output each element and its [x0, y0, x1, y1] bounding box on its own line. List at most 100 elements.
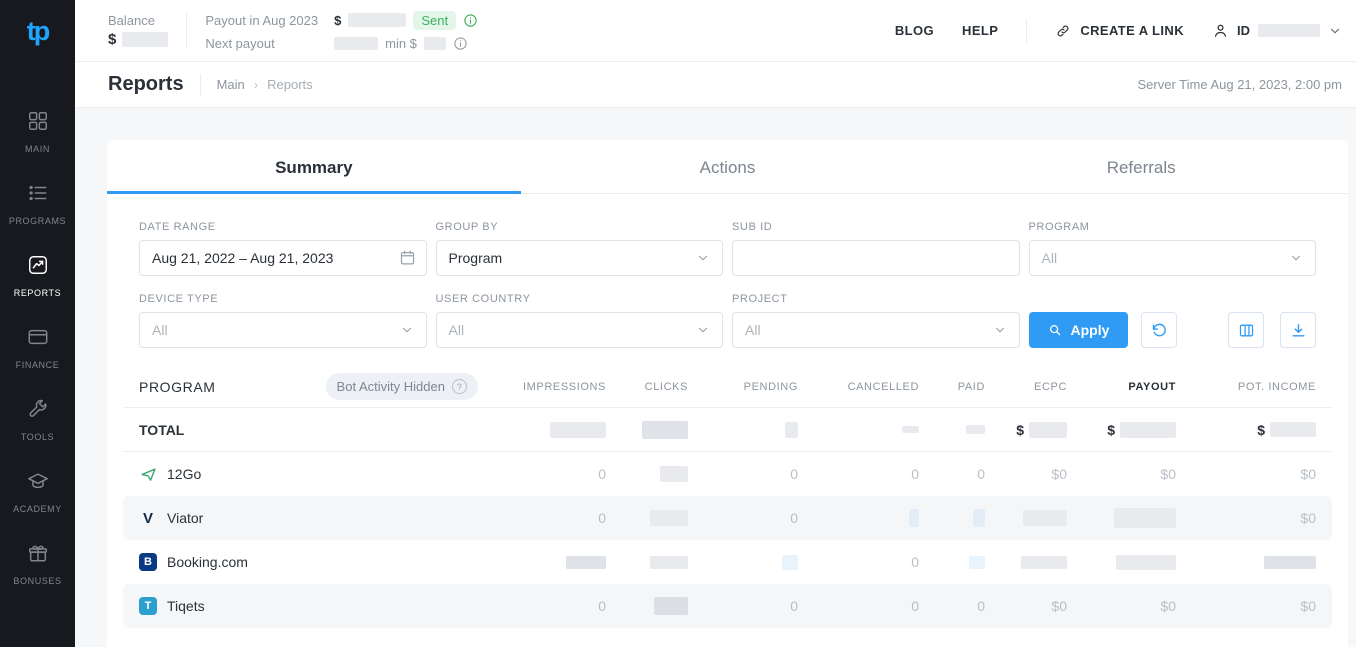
reset-icon — [1151, 322, 1168, 339]
info-icon[interactable] — [463, 13, 478, 28]
group-by-value: Program — [449, 250, 697, 266]
pending-header[interactable]: PENDING — [688, 381, 798, 393]
help-icon[interactable]: ? — [452, 379, 467, 394]
impressions-header[interactable]: IMPRESSIONS — [496, 381, 606, 393]
sidebar-item-tools[interactable]: TOOLS — [0, 384, 75, 456]
next-payout-label: Next payout — [205, 36, 318, 51]
tab-summary[interactable]: Summary — [107, 140, 521, 193]
filters-row-1: DATE RANGE GROUP BY Program — [139, 221, 1316, 276]
program-header-cell: PROGRAM Bot Activity Hidden ? — [139, 373, 496, 400]
program-name: Viator — [167, 510, 203, 526]
paid-header[interactable]: PAID — [919, 381, 985, 393]
program-cell: T Tiqets — [139, 597, 496, 615]
help-link[interactable]: HELP — [962, 23, 998, 38]
sidebar-item-label: BONUSES — [13, 576, 61, 586]
sidebar-item-academy[interactable]: ACADEMY — [0, 456, 75, 528]
tab-actions[interactable]: Actions — [521, 140, 935, 193]
viator-icon: V — [139, 509, 157, 527]
program-cell: V Viator — [139, 509, 496, 527]
sidebar-item-label: TOOLS — [21, 432, 54, 442]
table-row-tiqets[interactable]: T Tiqets 0 0 0 0 $0 $0 $0 — [123, 584, 1332, 628]
payout-header[interactable]: PAYOUT — [1067, 381, 1176, 393]
breadcrumb-main[interactable]: Main — [217, 77, 245, 92]
program-select[interactable]: All — [1029, 240, 1317, 276]
sidebar-item-label: FINANCE — [16, 360, 60, 370]
user-country-value: All — [449, 322, 697, 338]
device-type-select[interactable]: All — [139, 312, 427, 348]
tab-referrals[interactable]: Referrals — [934, 140, 1348, 193]
calendar-icon — [399, 249, 416, 266]
ecpc-value: $0 — [985, 466, 1067, 482]
impressions-value: 0 — [496, 466, 606, 482]
account-menu[interactable]: ID — [1212, 22, 1342, 39]
balance-block: Balance $ — [108, 13, 168, 48]
date-range-label: DATE RANGE — [139, 221, 427, 233]
table-row-viator[interactable]: V Viator 0 0 $0 — [123, 496, 1332, 540]
group-by-label: GROUP BY — [436, 221, 724, 233]
sidebar-item-label: PROGRAMS — [9, 216, 66, 226]
sidebar-item-main[interactable]: MAIN — [0, 96, 75, 168]
bot-activity-badge[interactable]: Bot Activity Hidden ? — [326, 373, 478, 400]
clicks-header[interactable]: CLICKS — [606, 381, 688, 393]
create-link-button[interactable]: CREATE A LINK — [1055, 23, 1184, 39]
redacted-value — [1258, 24, 1320, 37]
apply-button-label: Apply — [1071, 322, 1110, 338]
redacted-value — [1120, 422, 1176, 438]
cancelled-value: 0 — [798, 554, 919, 570]
table-row-12go[interactable]: 12Go 0 0 0 0 $0 $0 $0 — [123, 452, 1332, 496]
table-row-booking[interactable]: B Booking.com 0 — [123, 540, 1332, 584]
reset-filters-button[interactable] — [1141, 312, 1177, 348]
pot-income-value: $0 — [1176, 598, 1316, 614]
device-type-value: All — [152, 322, 400, 338]
sidebar-item-programs[interactable]: PROGRAMS — [0, 168, 75, 240]
sidebar-item-finance[interactable]: FINANCE — [0, 312, 75, 384]
brand-logo[interactable]: tp — [27, 0, 48, 96]
balance-currency: $ — [108, 31, 116, 48]
reports-card: Summary Actions Referrals DATE RANGE — [107, 140, 1348, 647]
sidebar-item-reports[interactable]: REPORTS — [0, 240, 75, 312]
info-icon[interactable] — [453, 36, 468, 51]
sent-status-badge: Sent — [413, 11, 456, 30]
date-range-input[interactable] — [139, 240, 427, 276]
project-value: All — [745, 322, 993, 338]
account-id-label: ID — [1237, 23, 1250, 38]
sub-id-input[interactable] — [732, 240, 1020, 276]
paid-value — [919, 556, 985, 569]
redacted-value — [782, 555, 798, 570]
apply-button[interactable]: Apply — [1029, 312, 1129, 348]
impressions-value: 0 — [496, 598, 606, 614]
payout-block: Payout in Aug 2023 $ Sent Next payout mi… — [205, 11, 478, 51]
device-type-filter: DEVICE TYPE All — [139, 293, 427, 348]
project-select[interactable]: All — [732, 312, 1020, 348]
project-label: PROJECT — [732, 293, 1020, 305]
bot-activity-label: Bot Activity Hidden — [337, 379, 445, 394]
payout-value — [1067, 555, 1176, 570]
program-name: Booking.com — [167, 554, 248, 570]
ecpc-header[interactable]: ECPC — [985, 381, 1067, 393]
cancelled-header[interactable]: CANCELLED — [798, 381, 919, 393]
total-label: TOTAL — [139, 422, 184, 438]
download-report-button[interactable] — [1280, 312, 1316, 348]
group-by-select[interactable]: Program — [436, 240, 724, 276]
redacted-value — [1029, 422, 1067, 438]
pot-income-header[interactable]: POT. INCOME — [1176, 381, 1316, 393]
columns-settings-button[interactable] — [1228, 312, 1264, 348]
sidebar-item-bonuses[interactable]: BONUSES — [0, 528, 75, 600]
program-header[interactable]: PROGRAM — [139, 379, 216, 395]
balance-label: Balance — [108, 13, 168, 28]
breadcrumb-separator: › — [254, 77, 258, 92]
pending-value — [688, 422, 798, 438]
impressions-value — [496, 556, 606, 569]
redacted-value — [1116, 555, 1176, 570]
program-cell: 12Go — [139, 465, 496, 483]
sidebar-item-label: ACADEMY — [13, 504, 62, 514]
main-area: Balance $ Payout in Aug 2023 $ Sent Next… — [75, 0, 1356, 647]
project-filter: PROJECT All — [732, 293, 1020, 348]
clicks-value — [606, 597, 688, 615]
payout-value: $0 — [1067, 466, 1176, 482]
program-name: Tiqets — [167, 598, 205, 614]
user-country-select[interactable]: All — [436, 312, 724, 348]
divider — [186, 13, 187, 49]
brand-logo-mark: tp — [27, 16, 48, 47]
blog-link[interactable]: BLOG — [895, 23, 934, 38]
